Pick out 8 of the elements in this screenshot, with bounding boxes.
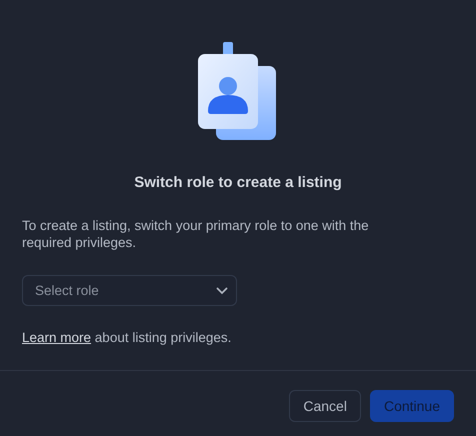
cancel-button[interactable]: Cancel [289, 390, 361, 422]
chevron-down-icon [216, 287, 228, 295]
id-badge-icon [198, 42, 278, 140]
learn-more-link[interactable]: Learn more [22, 330, 92, 345]
dialog-title: Switch role to create a listing [133, 174, 343, 191]
role-select[interactable]: Select role [22, 275, 237, 306]
help-text: Learn more about listing privileges. [22, 330, 232, 345]
description-text: To create a listing, switch your primary role to one with the required privileges. [22, 217, 370, 251]
